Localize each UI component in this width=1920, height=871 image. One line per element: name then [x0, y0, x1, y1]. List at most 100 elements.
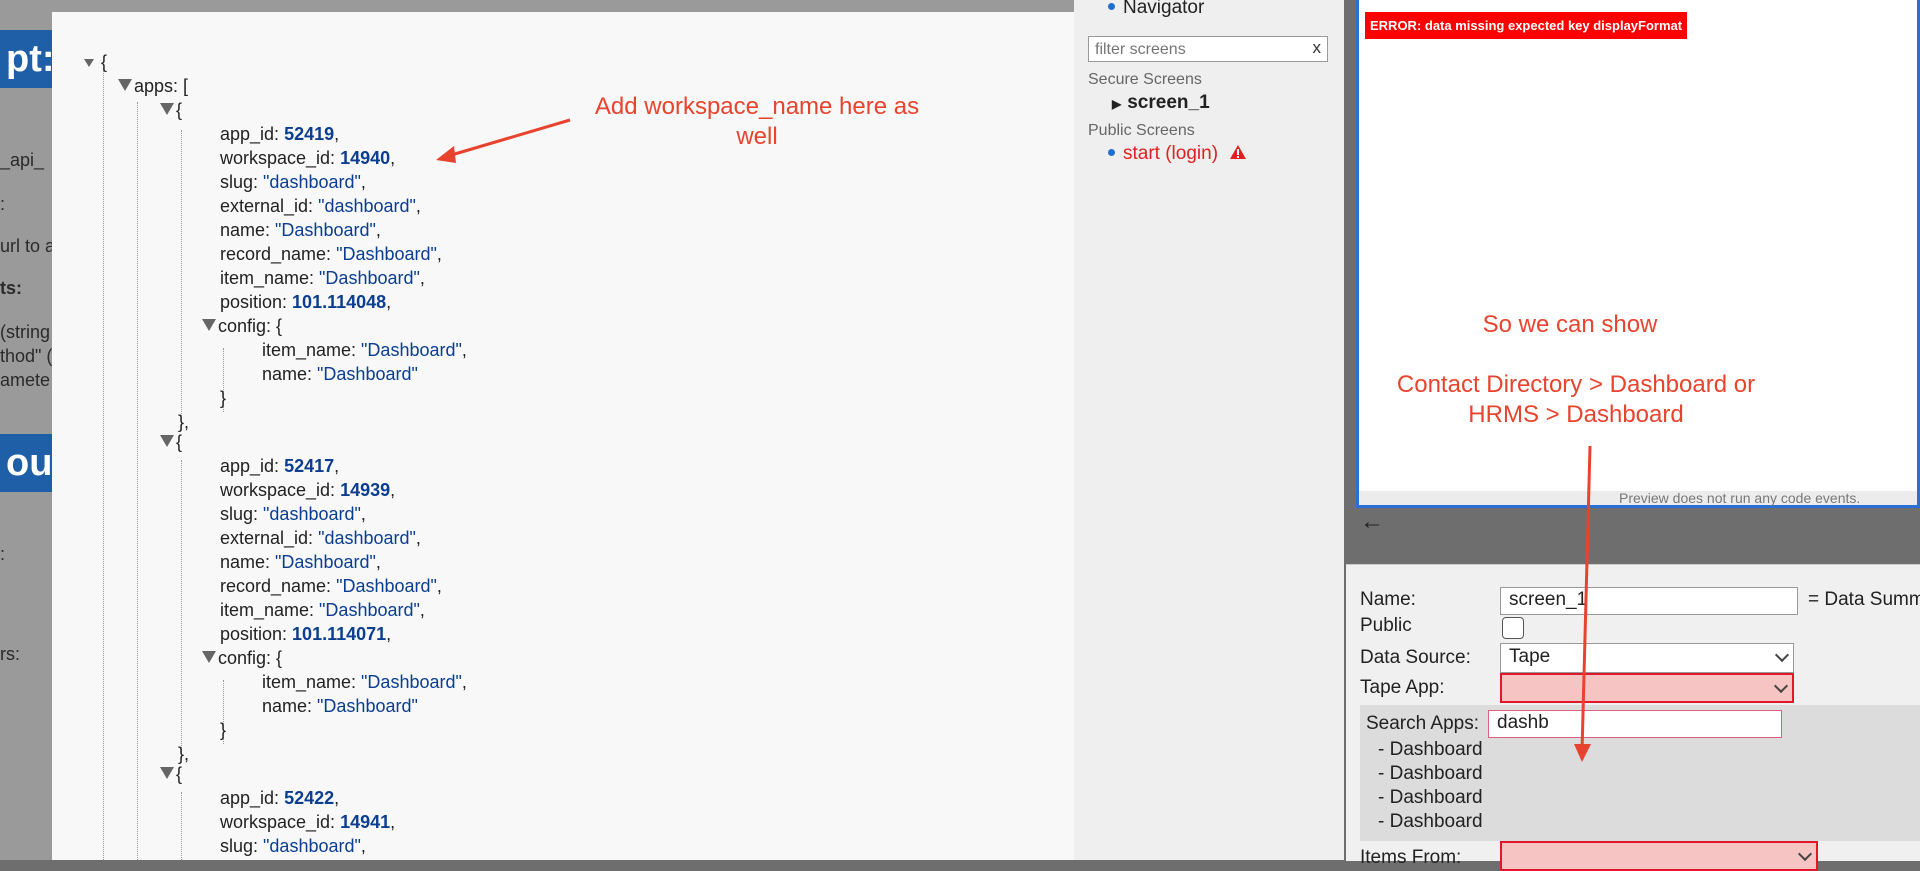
json-close: }, — [178, 744, 190, 764]
json-field: external_id: "dashboard", — [220, 196, 421, 216]
annotation-workspace-name: Add workspace_name here as well — [594, 93, 920, 150]
search-apps-panel: Search Apps: dashb - Dashboard - Dashboa… — [1360, 705, 1920, 841]
json-close: } — [220, 720, 227, 740]
json-object-open[interactable]: { — [160, 100, 182, 121]
filter-screens-field: x — [1088, 36, 1328, 62]
search-result-item[interactable]: - Dashboard — [1378, 811, 1483, 833]
json-field: name: "Dashboard" — [262, 696, 418, 716]
json-field: app_id: 52422, — [220, 788, 340, 808]
items-from-label: Items From: — [1360, 847, 1462, 868]
collapse-triangle-icon[interactable] — [118, 79, 132, 91]
annotation-show-note: So we can show — [1482, 311, 1658, 338]
tree-guide — [181, 130, 182, 430]
json-field: name: "Dashboard" — [262, 364, 418, 384]
tree-guide — [137, 102, 138, 860]
bg-text: url to a — [0, 236, 52, 256]
json-field: workspace_id: 14940, — [220, 148, 396, 168]
chevron-down-icon — [1774, 647, 1790, 663]
public-checkbox[interactable] — [1502, 617, 1524, 639]
bg-text: _api_ — [0, 150, 45, 170]
bg-heading: out — [0, 434, 60, 492]
data-source-select[interactable]: Tape — [1500, 643, 1794, 673]
chevron-down-icon — [1773, 678, 1789, 694]
collapse-triangle-icon[interactable] — [160, 103, 174, 115]
caret-right-icon: ▶ — [1112, 97, 1122, 111]
json-field: slug: "dashboard", — [220, 172, 366, 192]
json-root[interactable]: { — [84, 52, 107, 73]
tape-app-label: Tape App: — [1360, 677, 1445, 698]
json-field: record_name: "Dashboard", — [220, 244, 442, 264]
json-field: name: "Dashboard", — [220, 552, 381, 572]
collapse-triangle-icon[interactable] — [160, 767, 174, 779]
screen-item-start-login[interactable]: start (login) — [1108, 143, 1247, 165]
bg-text: (string — [0, 322, 51, 342]
search-apps-input[interactable]: dashb — [1488, 710, 1782, 738]
json-close: } — [220, 388, 227, 408]
public-screens-label: Public Screens — [1088, 122, 1195, 139]
items-from-select[interactable] — [1500, 841, 1818, 871]
collapse-triangle-icon[interactable] — [202, 651, 216, 663]
json-field: app_id: 52417, — [220, 456, 340, 476]
tree-guide — [181, 460, 182, 760]
bg-text: rs: — [0, 644, 20, 664]
bg-text: ts: — [0, 278, 22, 298]
json-field: workspace_id: 14939, — [220, 480, 396, 500]
search-apps-label: Search Apps: — [1366, 713, 1480, 734]
collapse-triangle-icon[interactable] — [160, 435, 174, 447]
annotation-example: Contact Directory > Dashboard or HRMS > … — [1396, 371, 1756, 428]
annotation-arrow-icon — [1574, 445, 1592, 762]
navigator-panel: Navigator x Secure Screens ▶screen_1 Pub… — [1074, 0, 1344, 860]
json-config-key[interactable]: config: { — [202, 648, 282, 669]
json-field: workspace_id: 14941, — [220, 812, 396, 832]
screen-item-screen-1[interactable]: ▶ screen_1 — [1112, 92, 1210, 114]
json-config-key[interactable]: config: { — [202, 316, 282, 337]
json-field: item_name: "Dashboard", — [220, 268, 425, 288]
json-field: slug: "dashboard", — [220, 504, 366, 524]
json-field: item_name: "Dashboard", — [262, 340, 467, 360]
clear-filter-button[interactable]: x — [1313, 38, 1322, 58]
preview-footer: Preview does not run any code events. — [1359, 491, 1917, 505]
tape-app-select[interactable] — [1500, 673, 1794, 703]
json-field: item_name: "Dashboard", — [262, 672, 467, 692]
json-object-open[interactable]: { — [160, 432, 182, 453]
bullet-icon — [1108, 3, 1115, 10]
bg-heading: pt: — [0, 30, 60, 88]
json-close: }, — [178, 412, 190, 432]
back-arrow-icon[interactable]: ← — [1360, 508, 1384, 536]
navigator-title[interactable]: Navigator — [1108, 0, 1204, 19]
filter-screens-input[interactable] — [1093, 38, 1297, 62]
json-field: record_name: "Dashboard", — [220, 576, 442, 596]
collapse-triangle-icon[interactable] — [84, 59, 94, 67]
json-field: external_id: "dashboard", — [220, 528, 421, 548]
tree-guide — [181, 792, 182, 860]
secure-screens-label: Secure Screens — [1088, 71, 1202, 88]
json-field: item_name: "Dashboard", — [220, 600, 425, 620]
json-field: name: "Dashboard", — [220, 220, 381, 240]
json-field: app_id: 52419, — [220, 124, 340, 144]
name-label: Name: — [1360, 589, 1416, 610]
bullet-icon — [1108, 149, 1115, 156]
json-object-open[interactable]: { — [160, 764, 182, 785]
public-label: Public — [1360, 615, 1412, 636]
bg-text: : — [0, 544, 6, 564]
collapse-triangle-icon[interactable] — [202, 319, 216, 331]
bg-text: amete — [0, 370, 51, 390]
search-result-item[interactable]: - Dashboard — [1378, 739, 1483, 761]
search-result-item[interactable]: - Dashboard — [1378, 763, 1483, 785]
bg-text: thod" ( — [0, 346, 52, 366]
screen-preview: ERROR: data missing expected key display… — [1356, 0, 1920, 508]
json-field: slug: "dashboard", — [220, 836, 366, 856]
name-input[interactable]: screen_1 — [1500, 587, 1798, 615]
json-field: position: 101.114048, — [220, 292, 392, 312]
tree-guide — [103, 68, 104, 860]
json-field: position: 101.114071, — [220, 624, 392, 644]
error-banner: ERROR: data missing expected key display… — [1365, 12, 1688, 39]
warning-icon — [1230, 145, 1247, 159]
data-source-label: Data Source: — [1360, 647, 1471, 668]
name-suffix: = Data Summ — [1808, 589, 1920, 610]
screen-properties: Name: screen_1 = Data Summ Public Data S… — [1346, 564, 1920, 871]
annotation-arrow-icon — [436, 118, 571, 163]
bg-text: : — [0, 194, 6, 214]
search-result-item[interactable]: - Dashboard — [1378, 787, 1483, 809]
json-apps-key[interactable]: apps: [ — [118, 76, 188, 97]
